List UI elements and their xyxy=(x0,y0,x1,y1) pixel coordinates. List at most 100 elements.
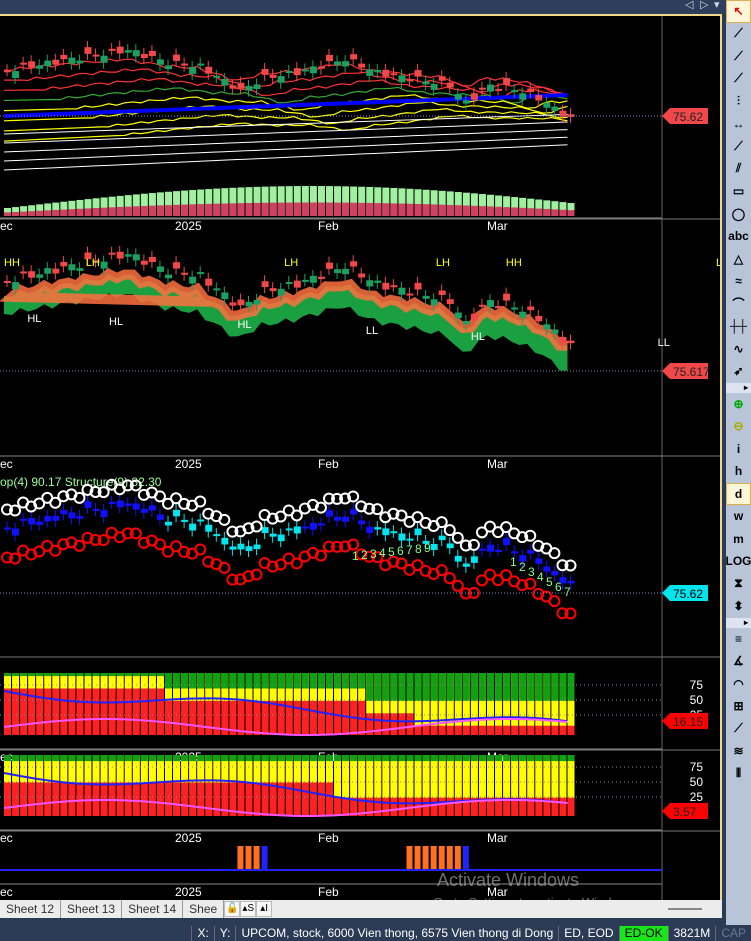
tool-17-icon[interactable]: ▸ xyxy=(726,382,751,393)
osc-bar-yellow xyxy=(559,755,567,798)
date-label: Feb xyxy=(318,831,339,845)
level-label: 25 xyxy=(690,790,704,804)
volume-bar xyxy=(165,205,172,216)
tool-2-icon[interactable]: ⟋ xyxy=(726,45,751,68)
tool-20-icon[interactable]: i xyxy=(726,438,751,461)
tool-10-icon[interactable]: abc xyxy=(726,225,751,248)
candle-body xyxy=(261,68,269,75)
candle-body xyxy=(156,266,164,272)
osc-bar-green xyxy=(213,673,221,689)
tool-35-icon[interactable]: ⦀ xyxy=(726,763,751,786)
tool-24-icon[interactable]: m xyxy=(726,528,751,551)
nav-prev-button[interactable]: ◁ xyxy=(685,0,693,11)
osc-bar-green xyxy=(342,755,350,762)
nav-menu-button[interactable]: ▾ xyxy=(714,0,720,11)
nav-next-button[interactable]: ▷ xyxy=(700,0,708,11)
tool-33-icon[interactable]: ⟋ xyxy=(726,718,751,741)
tool-12-icon[interactable]: ≈ xyxy=(726,270,751,293)
status-caps: CAP xyxy=(715,926,751,941)
osc-bar-yellow xyxy=(462,755,470,798)
osc-bar-green xyxy=(269,673,277,689)
tool-18-icon[interactable]: ⊕ xyxy=(726,393,751,416)
tool-7-icon[interactable]: ⫽ xyxy=(726,158,751,181)
tool-15-icon[interactable]: ∿ xyxy=(726,338,751,361)
osc-bar-green xyxy=(100,755,108,762)
scroll-sync-button[interactable]: ▴S xyxy=(240,901,257,917)
tool-4-icon[interactable]: ⫶ xyxy=(726,90,751,113)
date-label: 2025 xyxy=(175,885,202,899)
volume-bar xyxy=(277,202,285,216)
chart-window[interactable]: ec 2025 Feb Mar ec 2025 Feb Mar ec 2025 Feb Mar ec 20… xyxy=(0,14,722,910)
tool-6-icon[interactable]: ⟋ xyxy=(726,135,751,158)
osc-bar-green xyxy=(293,755,301,762)
candle-body xyxy=(253,299,261,305)
volume-bar xyxy=(189,204,197,216)
osc-bar-green xyxy=(527,673,535,701)
swing-count: 4 xyxy=(379,546,386,560)
chart-canvas[interactable]: ec 2025 Feb Mar ec 2025 Feb Mar ec 2025 Feb Mar ec 20… xyxy=(0,16,720,902)
tool-13-icon[interactable]: ⌒ xyxy=(726,293,751,316)
tool-30-icon[interactable]: ∡ xyxy=(726,650,751,673)
sheet-tabs: Sheet 12 Sheet 13 Sheet 14 Shee 🔓 ▴S ▴I xyxy=(0,900,722,918)
osc-bar-green xyxy=(309,755,317,762)
osc-bar-green xyxy=(503,755,511,762)
osc-bar-green xyxy=(382,755,390,762)
tab-sheet-13[interactable]: Sheet 13 xyxy=(61,900,123,918)
osc-bar-green xyxy=(503,673,511,701)
tool-14-icon[interactable]: ┼┼ xyxy=(726,315,751,338)
date-label: 2025 xyxy=(175,457,202,471)
status-bar: X: Y: UPCOM, stock, 6000 Vien thong, 657… xyxy=(0,926,751,941)
signal-bar xyxy=(438,846,445,870)
candle-body xyxy=(543,566,551,572)
tool-0-icon[interactable]: ↖ xyxy=(726,0,751,23)
candle-body xyxy=(495,549,503,552)
osc-bar-green xyxy=(326,673,333,689)
candle-body xyxy=(406,538,414,541)
osc-bar-green xyxy=(390,673,398,701)
osc-bar-green xyxy=(495,755,503,762)
tool-31-icon[interactable]: ◠ xyxy=(726,673,751,696)
candle-body xyxy=(535,95,543,101)
tool-9-icon[interactable]: ◯ xyxy=(726,203,751,226)
candle-body xyxy=(285,528,293,531)
tab-sheet-15[interactable]: Shee xyxy=(183,900,225,918)
tool-22-icon[interactable]: d xyxy=(726,482,751,505)
tool-11-icon[interactable]: △ xyxy=(726,248,751,271)
tab-sheet-14[interactable]: Sheet 14 xyxy=(122,900,184,918)
osc-bar-green xyxy=(374,755,382,762)
tool-32-icon[interactable]: ⊞ xyxy=(726,695,751,718)
osc-bar-green xyxy=(567,673,575,701)
tool-34-icon[interactable]: ≋ xyxy=(726,740,751,763)
tool-23-icon[interactable]: w xyxy=(726,505,751,528)
trend-ribbon xyxy=(4,273,568,371)
tool-19-icon[interactable]: ⊖ xyxy=(726,415,751,438)
lock-icon[interactable]: 🔓 xyxy=(224,901,241,917)
structure-label: HL xyxy=(471,331,485,343)
tab-sheet-12[interactable]: Sheet 12 xyxy=(0,900,62,918)
tool-27-icon[interactable]: ⬍ xyxy=(726,595,751,618)
date-label: Mar xyxy=(487,219,508,233)
tool-16-icon[interactable]: ➶ xyxy=(726,360,751,383)
tool-25-icon[interactable]: LOG xyxy=(726,550,751,573)
tool-8-icon[interactable]: ▭ xyxy=(726,180,751,203)
volume-bar xyxy=(116,206,124,216)
volume-bar xyxy=(12,211,20,216)
signal-bar xyxy=(261,846,268,870)
osc-bar-green xyxy=(398,755,406,762)
structure-label: LH xyxy=(284,257,298,269)
osc-bar-green xyxy=(350,755,358,762)
tool-26-icon[interactable]: ⧗ xyxy=(726,573,751,596)
tool-1-icon[interactable]: ⟋ xyxy=(726,23,751,46)
insert-sheet-button[interactable]: ▴I xyxy=(256,901,273,917)
tool-5-icon[interactable]: ↔ xyxy=(726,113,751,136)
candle-body xyxy=(342,268,350,275)
structure-label: HL xyxy=(237,319,251,331)
tool-21-icon[interactable]: h xyxy=(726,460,751,483)
status-symbol: UPCOM, stock, 6000 Vien thong, 6575 Vien… xyxy=(235,926,558,941)
tool-29-icon[interactable]: ≡ xyxy=(726,628,751,651)
horizontal-scrollbar[interactable] xyxy=(668,908,702,910)
tool-28-icon[interactable]: ▸ xyxy=(726,617,751,628)
tool-3-icon[interactable]: ⟋ xyxy=(726,68,751,91)
osc-bar-yellow xyxy=(430,755,438,798)
candle-body xyxy=(36,274,44,278)
